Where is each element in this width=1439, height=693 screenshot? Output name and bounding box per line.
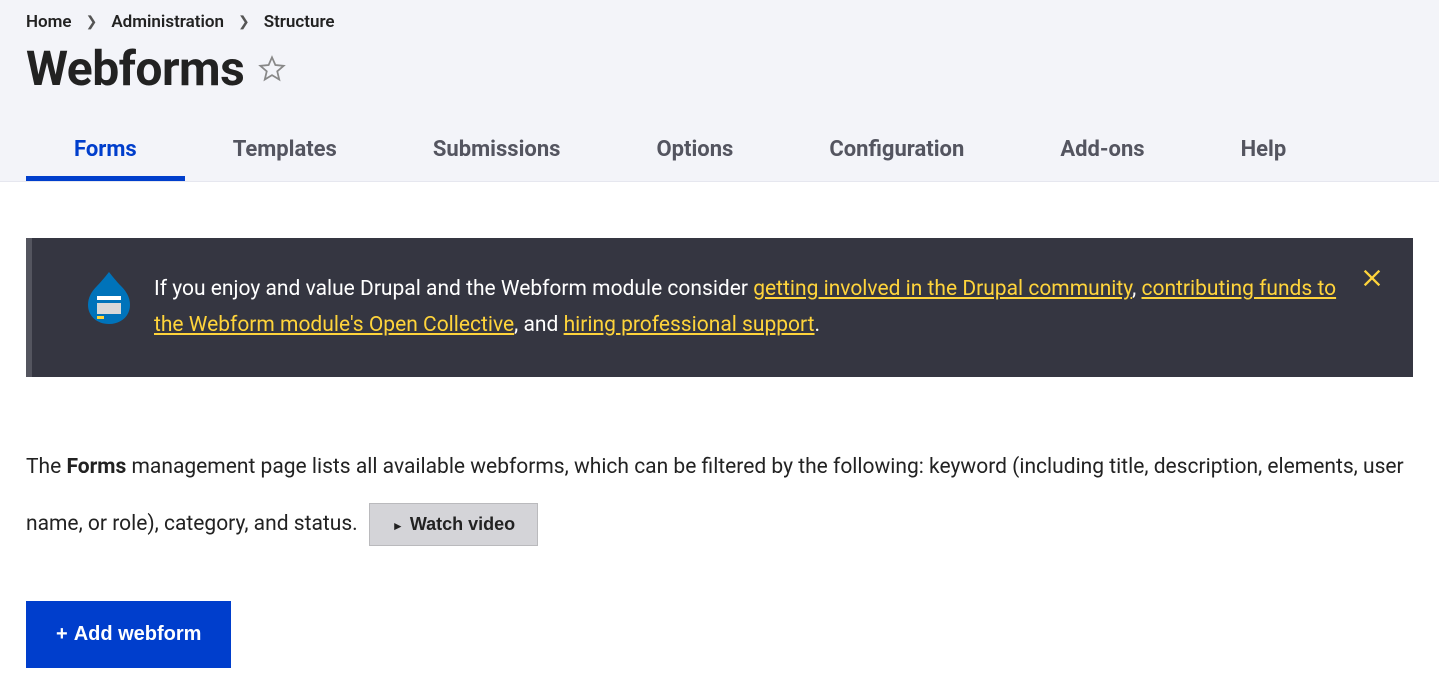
star-icon[interactable] <box>258 55 286 83</box>
tab-templates[interactable]: Templates <box>185 123 385 181</box>
tab-forms[interactable]: Forms <box>26 123 185 181</box>
page-title: Webforms <box>26 40 244 97</box>
link-drupal-community[interactable]: getting involved in the Drupal community <box>753 277 1132 301</box>
chevron-right-icon: ❯ <box>238 14 250 30</box>
desc-post: management page lists all available webf… <box>26 455 1404 536</box>
message-prefix: If you enjoy and value Drupal and the We… <box>154 277 753 301</box>
plus-icon: + <box>56 623 68 645</box>
message-suffix: . <box>815 313 821 337</box>
add-webform-label: Add webform <box>74 623 202 645</box>
watch-video-button[interactable]: ► Watch video <box>369 503 538 546</box>
breadcrumb: Home ❯ Administration ❯ Structure <box>0 8 1439 32</box>
play-icon: ► <box>392 519 404 533</box>
tab-addons[interactable]: Add-ons <box>1012 123 1192 181</box>
watch-video-label: Watch video <box>410 514 515 534</box>
tab-help[interactable]: Help <box>1193 123 1335 181</box>
info-message: If you enjoy and value Drupal and the We… <box>26 238 1413 377</box>
breadcrumb-structure[interactable]: Structure <box>264 12 335 32</box>
link-professional-support[interactable]: hiring professional support <box>564 313 815 337</box>
message-sep2: , and <box>514 313 563 337</box>
desc-strong: Forms <box>66 455 126 479</box>
desc-pre: The <box>26 455 66 479</box>
message-text: If you enjoy and value Drupal and the We… <box>154 272 1343 343</box>
page-description: The Forms management page lists all avai… <box>26 439 1413 552</box>
tab-submissions[interactable]: Submissions <box>385 123 609 181</box>
add-webform-button[interactable]: + Add webform <box>26 601 231 668</box>
drupal-icon <box>88 272 130 324</box>
breadcrumb-administration[interactable]: Administration <box>111 12 224 32</box>
tabs: Forms Templates Submissions Options Conf… <box>0 123 1439 181</box>
close-button[interactable] <box>1361 266 1383 302</box>
breadcrumb-home[interactable]: Home <box>26 12 72 32</box>
chevron-right-icon: ❯ <box>86 14 98 30</box>
tab-options[interactable]: Options <box>608 123 781 181</box>
close-icon <box>1361 267 1383 289</box>
tab-configuration[interactable]: Configuration <box>781 123 1012 181</box>
